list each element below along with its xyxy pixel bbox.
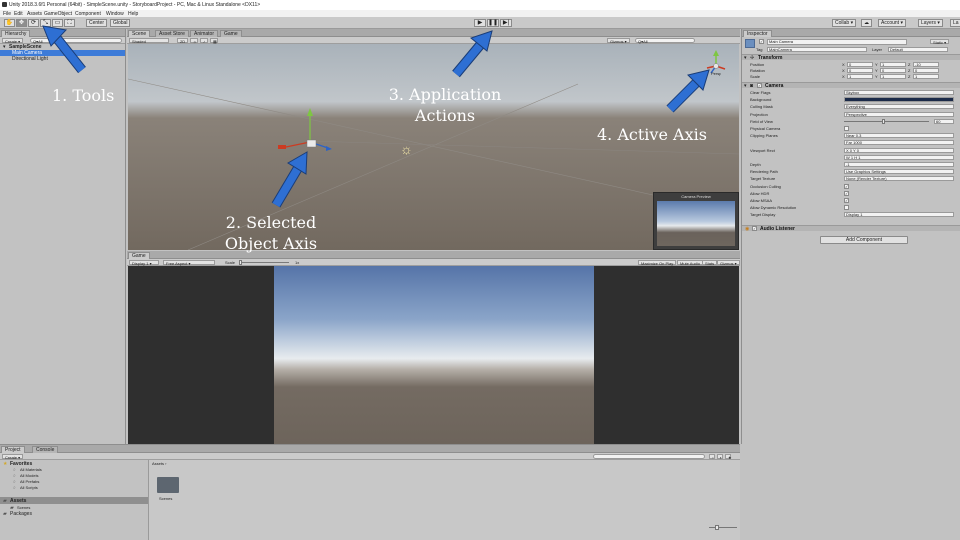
annotation-tools-label: 1. Tools [52,86,115,105]
annotation-selected-axis-line1: 2. Selected [225,213,317,232]
annotation-selected-axis-label: 2. Selected Object Axis [216,212,326,254]
application-actions-arrow-icon [452,30,493,78]
annotation-active-axis-label: 4. Active Axis [597,125,707,144]
annotation-application-actions-line1: 3. Application [388,85,502,104]
annotation-application-actions-line2: Actions [414,106,476,125]
tools-arrow-icon [42,25,86,74]
annotation-application-actions-label: 3. Application Actions [380,84,510,126]
annotation-arrows [42,25,710,208]
selected-axis-arrow-icon [271,151,308,208]
active-axis-arrow-icon [666,69,710,113]
annotation-selected-axis-line2: Object Axis [224,234,318,253]
